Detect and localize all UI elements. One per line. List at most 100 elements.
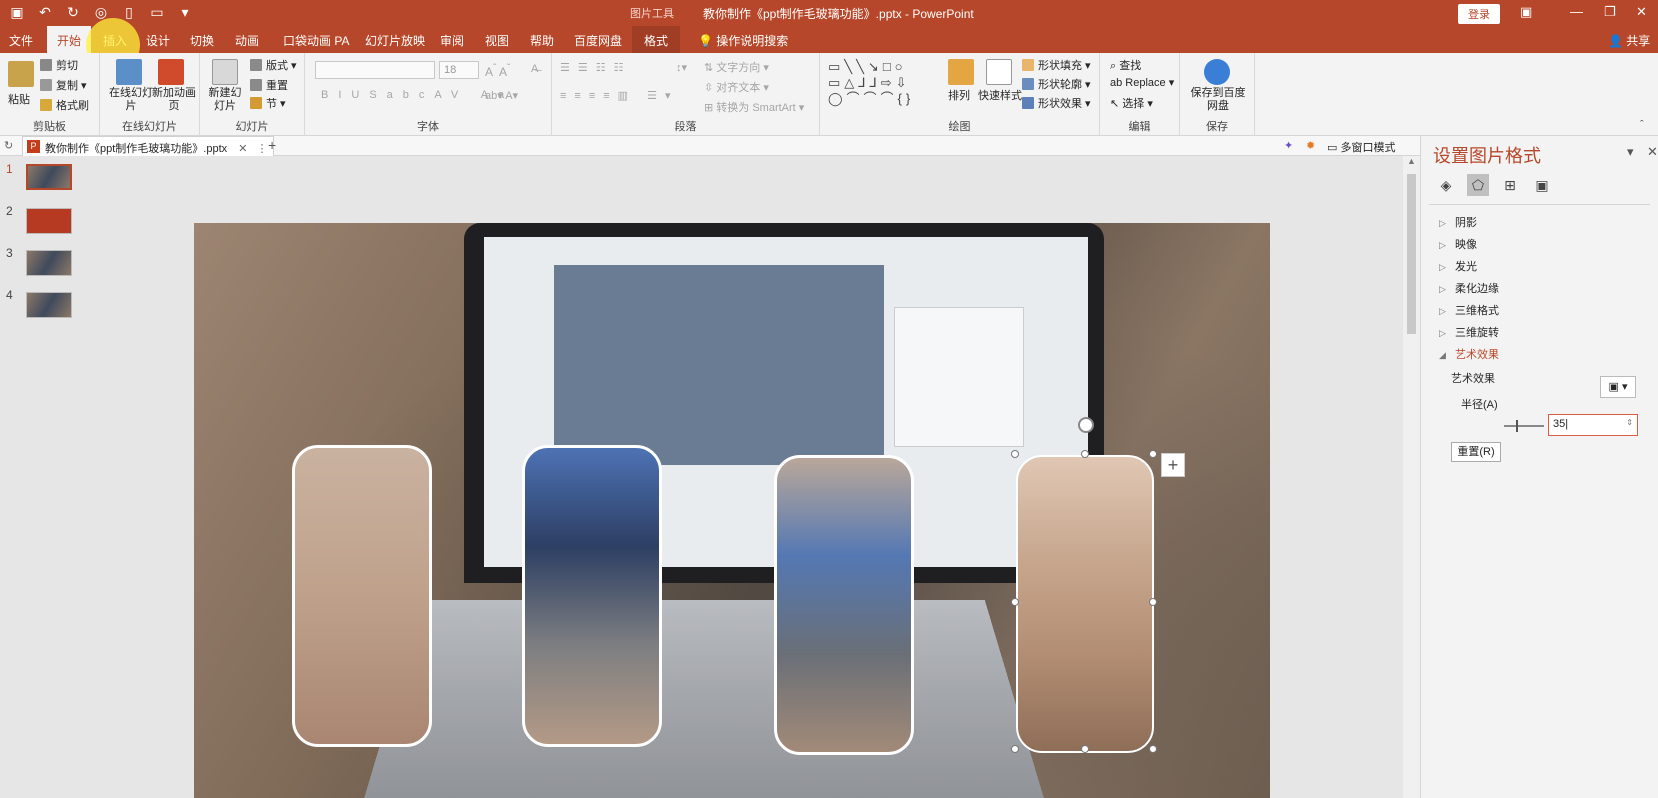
- frosted-glass-panel-1[interactable]: [292, 445, 432, 747]
- slider-knob[interactable]: [1516, 420, 1518, 432]
- resize-handle[interactable]: [1011, 745, 1019, 753]
- new-file-icon[interactable]: ▯: [120, 3, 138, 21]
- reset-slide-button[interactable]: 重置: [250, 77, 288, 93]
- document-tab[interactable]: P 教你制作《ppt制作毛玻璃功能》.pptx ✕ ⋮: [22, 136, 275, 156]
- slide-thumb-2[interactable]: [26, 208, 72, 234]
- customize-qat-icon[interactable]: ▾: [176, 3, 194, 21]
- copy-button[interactable]: 复制 ▾: [40, 77, 87, 93]
- font-size-combo[interactable]: 18: [439, 61, 479, 79]
- sync-icon[interactable]: ↻: [4, 139, 13, 152]
- font-color-icon[interactable]: ab▾ A▾: [485, 89, 518, 102]
- redo-icon[interactable]: ↻: [64, 3, 82, 21]
- pane-close-icon[interactable]: ✕: [1647, 144, 1658, 160]
- resize-handle[interactable]: [1011, 598, 1019, 606]
- scroll-up-icon[interactable]: ▲: [1407, 156, 1416, 166]
- layout-button[interactable]: 版式 ▾: [250, 57, 297, 73]
- tab-review[interactable]: 审阅: [440, 32, 464, 49]
- size-properties-icon[interactable]: ⊞: [1499, 174, 1521, 196]
- collapse-ribbon-icon[interactable]: ˆ: [1640, 119, 1644, 131]
- tab-baidu-netdisk[interactable]: 百度网盘: [574, 32, 622, 49]
- ribbon-display-icon[interactable]: ▣: [1520, 4, 1532, 20]
- align-buttons[interactable]: ≡≡≡≡▥ ☰▾: [560, 89, 679, 102]
- tab-view[interactable]: 视图: [485, 32, 509, 49]
- list-buttons[interactable]: ☰☰☷☷: [560, 61, 631, 74]
- resize-handle[interactable]: [1149, 598, 1157, 606]
- new-animation-icon[interactable]: [158, 59, 184, 85]
- shape-fill-button[interactable]: 形状填充 ▾: [1022, 57, 1091, 73]
- section-reflection[interactable]: ▷ 映像: [1439, 236, 1477, 252]
- artistic-effect-dropdown[interactable]: ▣ ▾: [1600, 376, 1636, 398]
- quick-styles-icon[interactable]: [986, 59, 1012, 85]
- tab-home[interactable]: 开始: [47, 26, 92, 53]
- add-icon[interactable]: +: [1161, 453, 1185, 477]
- undo-icon[interactable]: ↶: [36, 3, 54, 21]
- scroll-thumb[interactable]: [1407, 174, 1416, 334]
- find-button[interactable]: ⌕ 查找: [1110, 57, 1141, 73]
- tab-design[interactable]: 设计: [146, 32, 170, 49]
- frosted-glass-panel-4-selected[interactable]: [1016, 455, 1154, 753]
- frosted-glass-panel-2[interactable]: [522, 445, 662, 747]
- radius-input[interactable]: 35| ⇕: [1548, 414, 1638, 436]
- vertical-scrollbar[interactable]: ▲: [1403, 156, 1420, 798]
- picture-icon[interactable]: ▣: [1531, 174, 1553, 196]
- fill-line-icon[interactable]: ◈: [1435, 174, 1457, 196]
- close-window-icon[interactable]: ✕: [1636, 4, 1647, 20]
- shape-effects-button[interactable]: 形状效果 ▾: [1022, 95, 1091, 111]
- shapes-gallery[interactable]: ▭╲╲↘□○ ▭△⅃⅃⇨⇩ ◯⌒⌒⌒{}: [828, 59, 938, 109]
- smartart-button[interactable]: ⊞ 转换为 SmartArt ▾: [704, 99, 804, 115]
- open-folder-icon[interactable]: ▭: [148, 3, 166, 21]
- slide[interactable]: +: [194, 223, 1270, 798]
- tab-file[interactable]: 文件: [9, 32, 33, 49]
- baidu-cloud-icon[interactable]: [1204, 59, 1230, 85]
- save-to-baidu-button[interactable]: 保存到百度网盘: [1188, 87, 1248, 113]
- section-3d-rotation[interactable]: ▷ 三维旋转: [1439, 324, 1499, 340]
- slide-thumb-4[interactable]: [26, 292, 72, 318]
- tab-transitions[interactable]: 切换: [190, 32, 214, 49]
- section-artistic-effects[interactable]: ◢ 艺术效果: [1439, 346, 1499, 362]
- font-name-combo[interactable]: [315, 61, 435, 79]
- resize-handle[interactable]: [1149, 745, 1157, 753]
- new-slide-button[interactable]: 新建幻灯片: [204, 87, 246, 113]
- select-button[interactable]: ↖ 选择 ▾: [1110, 95, 1153, 111]
- slide-thumb-3[interactable]: [26, 250, 72, 276]
- frosted-glass-panel-3[interactable]: [774, 455, 914, 755]
- resize-handle[interactable]: [1081, 450, 1089, 458]
- replace-button[interactable]: ab Replace ▾: [1110, 76, 1174, 89]
- online-slides-icon[interactable]: [116, 59, 142, 85]
- section-3d-format[interactable]: ▷ 三维格式: [1439, 302, 1499, 318]
- format-painter-button[interactable]: 格式刷: [40, 97, 89, 113]
- new-tab-icon[interactable]: +: [268, 137, 276, 153]
- section-soft-edges[interactable]: ▷ 柔化边缘: [1439, 280, 1499, 296]
- clear-format-icon[interactable]: A̶: [531, 63, 538, 75]
- settings-icon[interactable]: ✹: [1306, 139, 1315, 152]
- section-shadow[interactable]: ▷ 阴影: [1439, 214, 1477, 230]
- text-direction-button[interactable]: ⇅ 文字方向 ▾: [704, 59, 769, 75]
- effects-tab-icon[interactable]: ⬠: [1467, 174, 1489, 196]
- align-text-button[interactable]: ⇳ 对齐文本 ▾: [704, 79, 769, 95]
- arrange-button[interactable]: 排列: [948, 87, 970, 103]
- save-icon[interactable]: ▣: [8, 3, 26, 21]
- shape-outline-button[interactable]: 形状轮廓 ▾: [1022, 76, 1091, 92]
- new-animation-button[interactable]: 新加动画页: [150, 87, 198, 113]
- radius-slider[interactable]: [1504, 420, 1544, 432]
- grow-font-icon[interactable]: Aˆ Aˇ: [485, 63, 510, 79]
- close-tab-icon[interactable]: ✕: [238, 143, 247, 155]
- tab-format[interactable]: 格式: [632, 26, 681, 53]
- slide-thumb-1[interactable]: [26, 164, 72, 190]
- tab-animations[interactable]: 动画: [235, 32, 259, 49]
- arrange-icon[interactable]: [948, 59, 974, 85]
- tab-pocket-animation[interactable]: 口袋动画 PA: [283, 32, 349, 49]
- tab-slideshow[interactable]: 幻灯片放映: [365, 32, 425, 49]
- section-glow[interactable]: ▷ 发光: [1439, 258, 1477, 274]
- tab-menu-icon[interactable]: ⋮: [256, 143, 267, 155]
- multi-window-button[interactable]: ▭ 多窗口模式: [1327, 139, 1395, 155]
- tell-me-search[interactable]: 💡 操作说明搜索: [698, 32, 788, 49]
- section-button[interactable]: 节 ▾: [250, 95, 286, 111]
- paste-icon[interactable]: [8, 61, 34, 87]
- cut-button[interactable]: 剪切: [40, 57, 78, 73]
- pane-options-icon[interactable]: ▾: [1627, 144, 1634, 160]
- new-slide-icon[interactable]: [212, 59, 238, 85]
- rotate-handle-icon[interactable]: [1078, 417, 1094, 433]
- reset-button[interactable]: 重置(R): [1451, 442, 1501, 462]
- line-spacing-icon[interactable]: ↕▾: [676, 61, 687, 74]
